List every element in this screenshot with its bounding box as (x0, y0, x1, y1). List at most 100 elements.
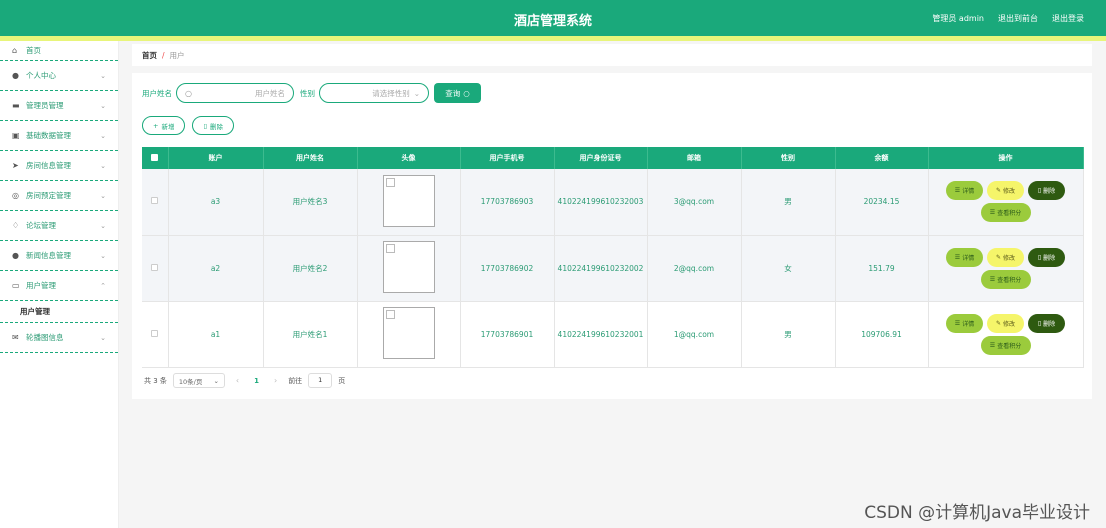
delete-button[interactable]: ▯ 删除 (1028, 181, 1065, 201)
trash-icon: ▯ (1037, 253, 1042, 261)
action-bar: + 新增 ▯ 删除 (142, 116, 235, 135)
cell-phone: 17703786901 (460, 301, 555, 368)
add-button-label: 新增 (161, 122, 175, 131)
detail-icon: ☰ (954, 253, 961, 261)
goto-label: 前往 (288, 376, 303, 385)
header-stripe (0, 36, 1106, 41)
delete-button[interactable]: ▯ 删除 (1028, 313, 1065, 333)
cell-email: 3@qq.com (647, 169, 742, 236)
home-icon: ⌂ (12, 45, 18, 55)
page-suffix: 页 (338, 376, 346, 385)
main-panel: 用户姓名 ○ 用户姓名 性别 请选择性别 ⌄ 查询 ○ + 新增 ▯ 删除 账户… (132, 73, 1092, 399)
cell-email: 2@qq.com (647, 235, 742, 302)
cell-balance: 109706.91 (835, 301, 929, 368)
edit-icon: ✎ (995, 253, 1001, 261)
delete-label: 删除 (1043, 188, 1056, 196)
edit-label: 修改 (1003, 320, 1016, 328)
header-actions: 管理员 admin 退出到前台 退出登录 (932, 13, 1084, 24)
booking-icon: ◎ (12, 190, 19, 200)
cell-avatar (357, 301, 461, 368)
sidebar-item-admin[interactable]: ▬ 管理员管理 ⌄ (0, 91, 118, 121)
admin-icon: ▬ (12, 100, 20, 110)
column-header: 用户手机号 (460, 147, 555, 169)
table-row: a1 用户姓名1 17703786901 410224199610232001 … (142, 301, 1084, 368)
view-score-label: 查看积分 (997, 342, 1022, 350)
sidebar-item-news[interactable]: ● 新闻信息管理 ⌄ (0, 241, 118, 271)
name-search-placeholder: 用户姓名 (255, 88, 285, 98)
sidebar-item-label: 轮播图信息 (26, 333, 64, 342)
sidebar-item-base-data[interactable]: ▣ 基础数据管理 ⌄ (0, 121, 118, 151)
cell-balance: 151.79 (835, 235, 929, 302)
logout-link[interactable]: 退出登录 (1052, 13, 1084, 24)
cell-gender: 女 (741, 235, 836, 302)
prev-page-button[interactable]: ‹ (231, 376, 244, 385)
add-button[interactable]: + 新增 (142, 116, 186, 135)
admin-label: 管理员 admin (932, 14, 984, 23)
cell-id-card: 410224199610232002 (554, 235, 648, 302)
sidebar-item-label: 首页 (26, 46, 41, 55)
delete-button-label: 删除 (210, 122, 224, 131)
row-checkbox[interactable] (142, 301, 169, 368)
data-icon: ▣ (12, 130, 20, 140)
view-score-label: 查看积分 (997, 276, 1022, 284)
batch-delete-button[interactable]: ▯ 删除 (192, 116, 235, 135)
cell-phone: 17703786903 (460, 169, 555, 236)
view-score-button[interactable]: ☰ 查看积分 (980, 269, 1031, 289)
watermark: CSDN @计算机Java毕业设计 (864, 503, 1090, 523)
table-header-row: 账户 用户姓名 头像 用户手机号 用户身份证号 邮箱 性别 余额 操作 (142, 147, 1084, 169)
cell-ops: ☰ 详情 ✎ 修改 ▯ 删除 ☰ 查看积分 (928, 169, 1084, 236)
sidebar-item-label: 房间信息管理 (26, 161, 71, 170)
chevron-down-icon: ⌄ (413, 88, 420, 98)
edit-button[interactable]: ✎ 修改 (987, 181, 1024, 201)
users-icon: ▭ (12, 280, 20, 290)
column-header: 头像 (357, 147, 461, 169)
column-header: 性别 (741, 147, 836, 169)
edit-icon: ✎ (995, 187, 1001, 195)
detail-icon: ☰ (954, 187, 961, 195)
cell-account: a1 (168, 301, 264, 368)
cell-ops: ☰ 详情 ✎ 修改 ▯ 删除 ☰ 查看积分 (928, 235, 1084, 302)
sidebar-item-forum[interactable]: ♢ 论坛管理 ⌄ (0, 211, 118, 241)
sidebar-item-home[interactable]: ⌂ 首页 (0, 41, 118, 61)
avatar (382, 307, 435, 359)
query-button-label: 查询 (445, 88, 461, 98)
row-checkbox[interactable] (142, 235, 169, 302)
edit-button[interactable]: ✎ 修改 (987, 247, 1024, 267)
chevron-down-icon: ⌄ (100, 334, 106, 342)
edit-button[interactable]: ✎ 修改 (987, 313, 1024, 333)
sidebar-item-profile[interactable]: ● 个人中心 ⌄ (0, 61, 118, 91)
sidebar-item-room-info[interactable]: ➤ 房间信息管理 ⌄ (0, 151, 118, 181)
cell-email: 1@qq.com (647, 301, 742, 368)
gender-select[interactable]: 请选择性别 ⌄ (319, 83, 429, 103)
detail-button[interactable]: ☰ 详情 (946, 181, 983, 201)
sidebar-item-carousel[interactable]: ✉ 轮播图信息 ⌄ (0, 323, 118, 353)
sidebar-item-users[interactable]: ▭ 用户管理 ⌃ (0, 271, 118, 301)
name-search-input[interactable]: ○ 用户姓名 (176, 83, 294, 103)
breadcrumb-home[interactable]: 首页 (142, 50, 157, 61)
column-header: 操作 (928, 147, 1084, 169)
sidebar-subitem-user-manage[interactable]: 用户管理 (0, 301, 118, 323)
select-all-checkbox[interactable] (142, 147, 169, 169)
view-score-button[interactable]: ☰ 查看积分 (980, 335, 1031, 355)
sidebar-item-label: 管理员管理 (26, 101, 64, 110)
to-frontend-link[interactable]: 退出到前台 (998, 13, 1038, 24)
user-icon: ● (12, 70, 19, 80)
column-header: 用户姓名 (263, 147, 358, 169)
trash-icon: ▯ (203, 121, 208, 130)
delete-button[interactable]: ▯ 删除 (1028, 247, 1065, 267)
sidebar: ⌂ 首页 ● 个人中心 ⌄ ▬ 管理员管理 ⌄ ▣ 基础数据管理 ⌄ ➤ 房间信… (0, 41, 119, 528)
row-checkbox[interactable] (142, 169, 169, 236)
query-button[interactable]: 查询 ○ (434, 83, 481, 103)
next-page-button[interactable]: › (269, 376, 282, 385)
pagination: 共 3 条 10条/页 ⌄ ‹ 1 › 前往 1 页 (144, 373, 345, 388)
forum-icon: ♢ (12, 220, 20, 230)
detail-button[interactable]: ☰ 详情 (946, 247, 983, 267)
goto-page-input[interactable]: 1 (308, 373, 333, 388)
page-size-select[interactable]: 10条/页 ⌄ (172, 373, 225, 388)
detail-button[interactable]: ☰ 详情 (946, 313, 983, 333)
list-icon: ☰ (989, 209, 996, 217)
page-number-current[interactable]: 1 (250, 377, 263, 385)
view-score-button[interactable]: ☰ 查看积分 (980, 203, 1031, 223)
page-size-value: 10条/页 (178, 377, 203, 386)
sidebar-item-room-booking[interactable]: ◎ 房间预定管理 ⌄ (0, 181, 118, 211)
